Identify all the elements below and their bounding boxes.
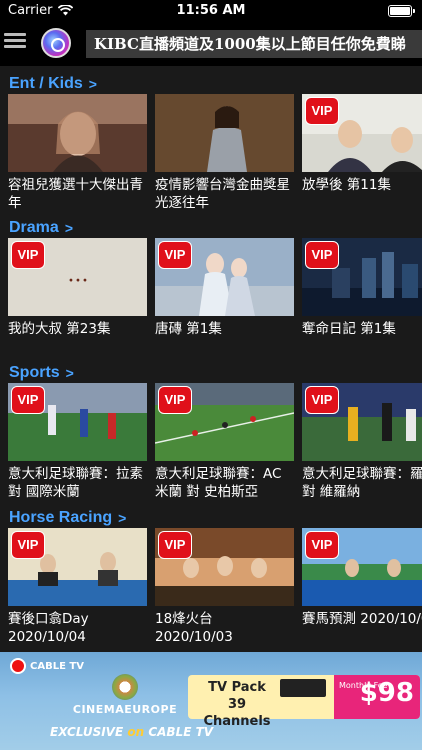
video-thumbnail[interactable]: VIP [302,94,422,172]
vip-badge: VIP [158,386,192,414]
video-caption[interactable]: 放學後 第11集 [302,176,422,214]
my-channel-icon [112,674,138,700]
video-caption[interactable]: 意大利足球聯賽：羅馬 對 維羅納 [302,465,422,503]
video-card[interactable]: VIP 意大利足球聯賽：AC米蘭 對 史柏斯亞 [155,383,294,503]
video-thumbnail[interactable] [155,94,294,172]
video-caption[interactable]: 唐磚 第1集 [155,320,294,358]
vip-badge: VIP [158,531,192,559]
exclusive-prefix: EXCLUSIVE [50,725,124,739]
section-title-sports[interactable]: Sports > [9,363,74,383]
exclusive-tagline: EXCLUSIVE on CABLE TV [50,725,213,739]
video-card[interactable]: VIP 賽馬預測 2020/10/03 [302,528,422,648]
video-thumbnail[interactable]: VIP [302,528,422,606]
video-card[interactable]: 疫情影響台灣金曲獎星光逐往年 [155,94,294,214]
cable-tv-logo-icon [10,658,26,674]
app-header: KIBC直播頻道及1000集以上節目任你免費睇 [0,22,422,66]
video-caption[interactable]: 18烽火台 2020/10/03 [155,610,294,648]
vip-badge: VIP [11,241,45,269]
video-caption[interactable]: 意大利足球聯賽：拉素 對 國際米蘭 [8,465,147,503]
clock: 11:56 AM [176,3,246,18]
vip-badge: VIP [305,97,339,125]
video-thumbnail[interactable]: ··· VIP [8,238,147,316]
video-card[interactable]: VIP 唐磚 第1集 [155,238,294,358]
video-caption[interactable]: 我的大叔 第23集 [8,320,147,358]
set-top-box-image [280,679,326,697]
video-card[interactable]: VIP 意大利足球聯賽：拉素 對 國際米蘭 [8,383,147,503]
video-card[interactable]: VIP 奪命日記 第1集 [302,238,422,358]
video-caption[interactable]: 意大利足球聯賽：AC米蘭 對 史柏斯亞 [155,465,294,503]
cinema-europe-logo: CINEMAEUROPE [60,674,190,716]
tv-pack-title: TV Pack 39 Channels [196,679,278,730]
cinema-europe-label: CINEMAEUROPE [72,703,178,716]
video-thumbnail[interactable]: VIP [155,528,294,606]
video-thumbnail[interactable]: VIP [155,383,294,461]
vip-badge: VIP [158,241,192,269]
video-caption[interactable]: 容祖兒獲選十大傑出青年 [8,176,147,214]
tv-pack-offer: TV Pack 39 Channels Monthly Fee $98 [188,675,420,729]
news-ticker[interactable]: KIBC直播頻道及1000集以上節目任你免費睇 [86,30,422,58]
app-logo[interactable] [41,28,71,58]
vip-badge: VIP [305,241,339,269]
section-title-label: Horse Racing [9,509,113,526]
video-caption[interactable]: 奪命日記 第1集 [302,320,422,358]
tv-pack-line2: 39 Channels [203,697,271,729]
section-title-label: Ent / Kids [9,75,83,92]
section-title-label: Drama [9,219,59,236]
section-title-ent-kids[interactable]: Ent / Kids > [9,74,97,94]
hamburger-menu-icon[interactable] [4,30,28,54]
video-thumbnail[interactable] [8,94,147,172]
video-card[interactable]: VIP 18烽火台 2020/10/03 [155,528,294,648]
video-card[interactable]: VIP 賽後口翕Day 2020/10/04 [8,528,147,648]
video-thumbnail[interactable]: VIP [302,238,422,316]
video-caption[interactable]: 賽馬預測 2020/10/03 [302,610,422,648]
video-thumbnail[interactable]: VIP [8,528,147,606]
vip-badge: VIP [305,386,339,414]
chevron-right-icon: > [88,76,97,92]
section-title-label: Sports [9,364,60,381]
vip-badge: VIP [305,531,339,559]
cable-tv-brand: CABLE TV [30,660,84,672]
video-card[interactable]: VIP 意大利足球聯賽：羅馬 對 維羅納 [302,383,422,503]
status-bar: Carrier 11:56 AM [0,0,422,22]
section-title-drama[interactable]: Drama > [9,218,73,238]
video-thumbnail[interactable]: VIP [8,383,147,461]
video-caption[interactable]: 賽後口翕Day 2020/10/04 [8,610,147,648]
video-card[interactable]: ··· VIP 我的大叔 第23集 [8,238,147,358]
price-tag: Monthly Fee $98 [334,675,420,719]
chevron-right-icon: > [118,510,127,526]
video-card[interactable]: VIP 放學後 第11集 [302,94,422,214]
video-card[interactable]: 容祖兒獲選十大傑出青年 [8,94,147,214]
battery-icon [388,5,415,17]
ad-banner[interactable]: CABLE TV CINEMAEUROPE EXCLUSIVE on CABLE… [0,652,422,750]
price-amount: $98 [359,678,414,708]
vip-badge: VIP [11,386,45,414]
video-thumbnail[interactable]: VIP [155,238,294,316]
video-thumbnail[interactable]: VIP [302,383,422,461]
section-title-horse-racing[interactable]: Horse Racing > [9,508,126,528]
vip-badge: VIP [11,531,45,559]
content-area: Ent / Kids > 容祖兒獲選十大傑出青年 疫情影響台灣金曲獎星光逐往年 … [0,66,422,652]
chevron-right-icon: > [64,220,73,236]
chevron-right-icon: > [65,365,74,381]
exclusive-on: on [127,725,145,739]
cable-tv-logo: CABLE TV [10,658,84,674]
svg-text:···: ··· [68,269,89,294]
tv-pack-line1: TV Pack [208,680,266,695]
video-caption[interactable]: 疫情影響台灣金曲獎星光逐往年 [155,176,294,214]
